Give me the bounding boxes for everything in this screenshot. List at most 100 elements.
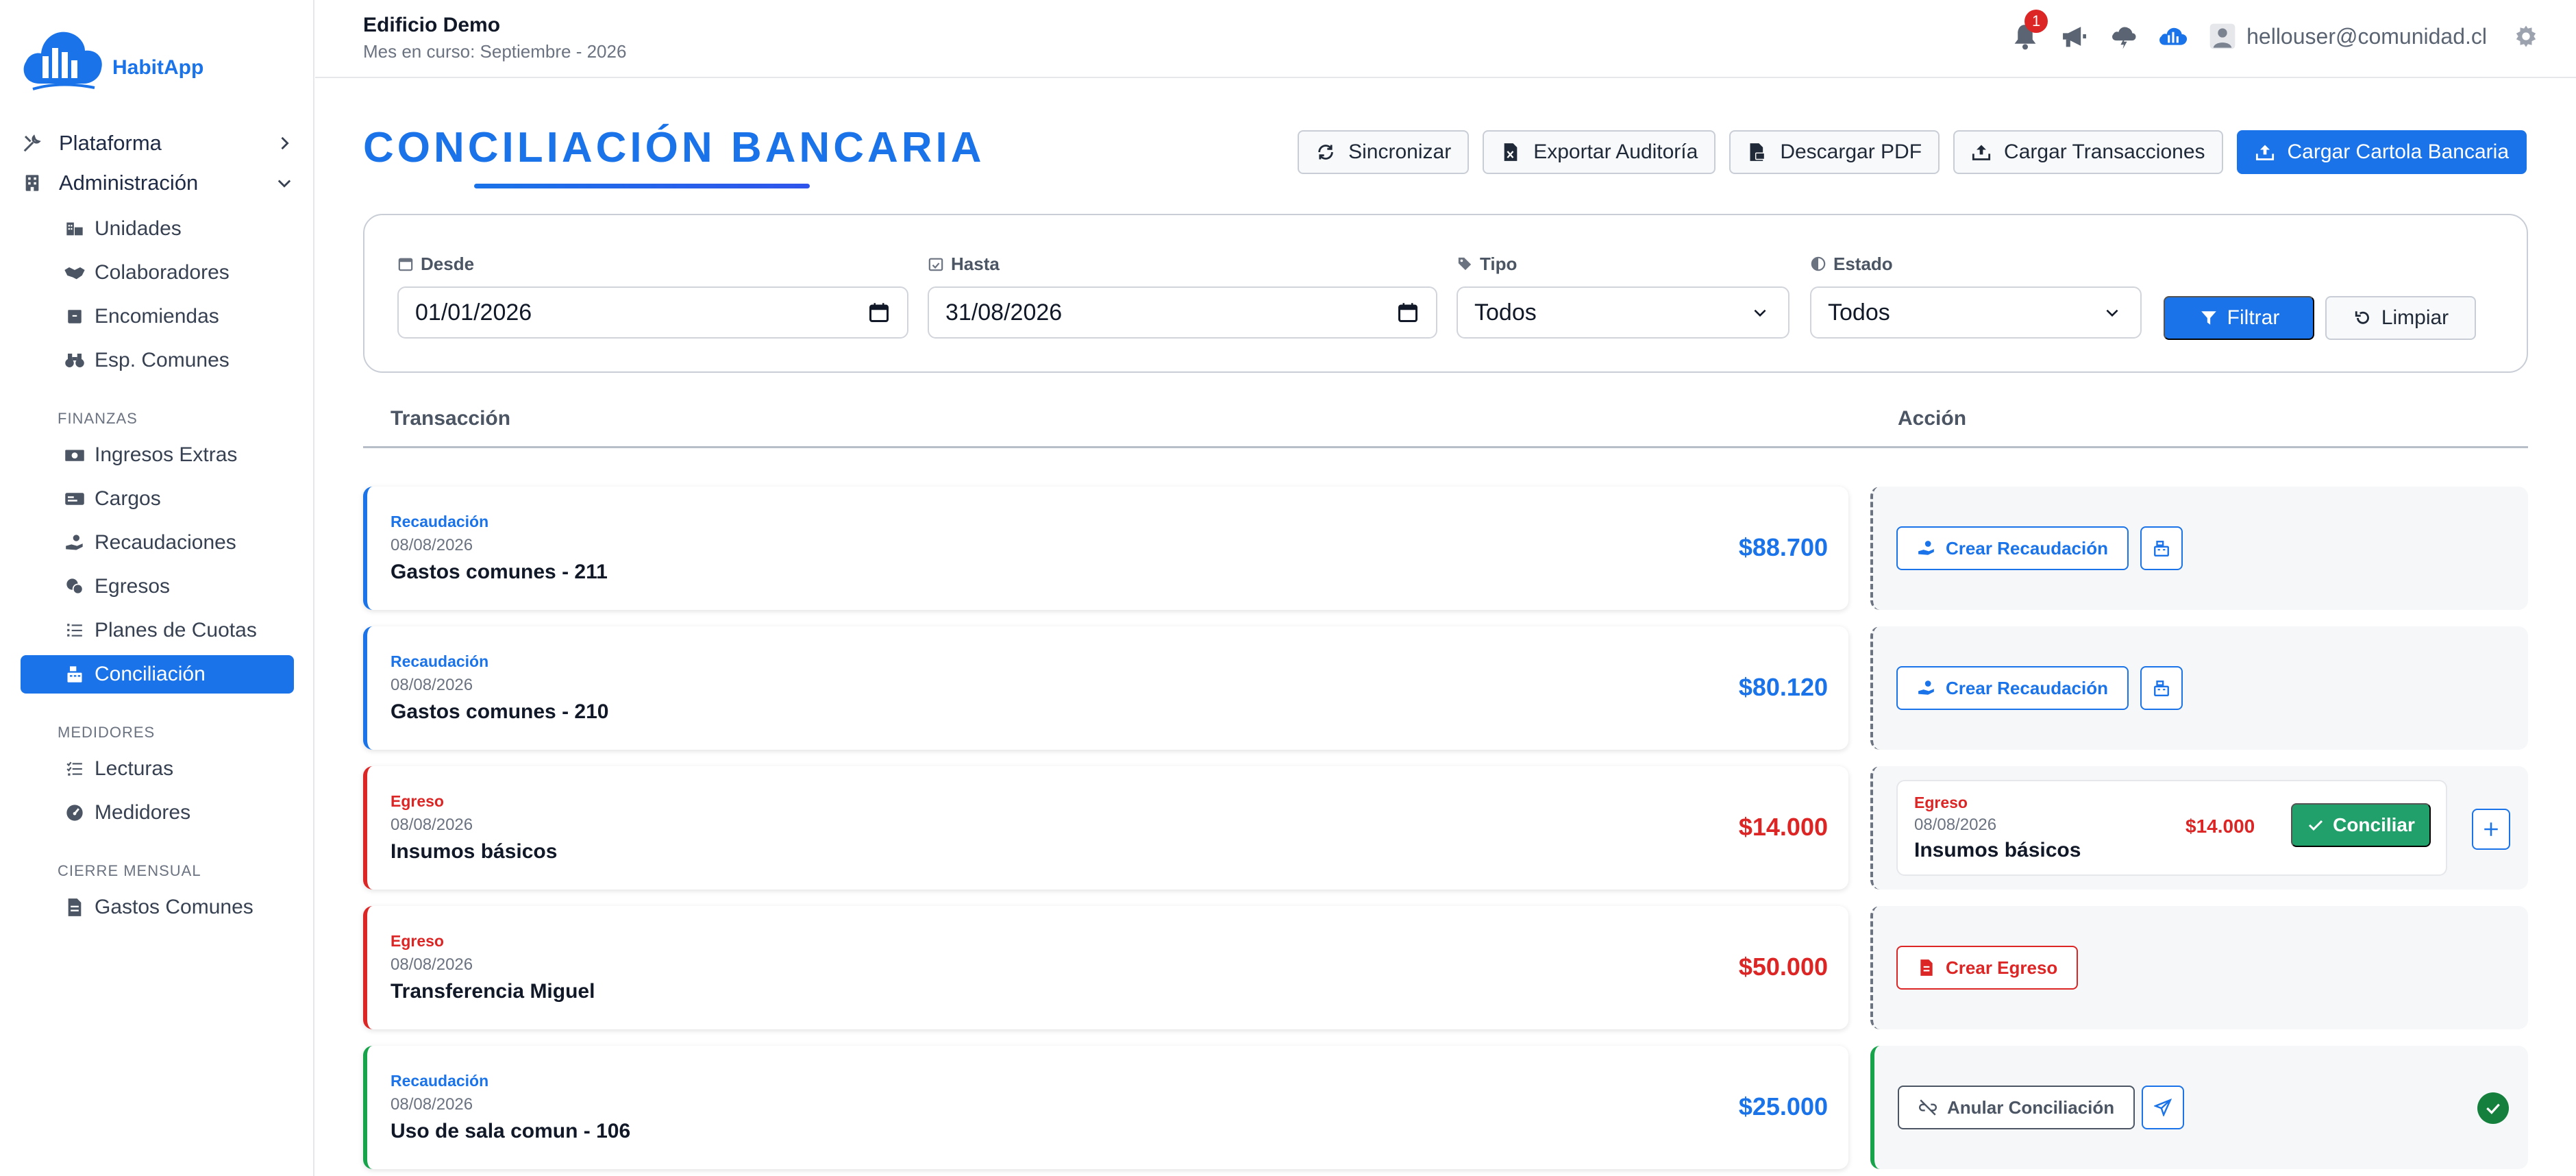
sidebar-item-ingresos-extras[interactable]: Ingresos Extras xyxy=(21,436,294,474)
cash-register-icon xyxy=(63,663,86,686)
coins-icon xyxy=(63,575,86,598)
top-icons: 1 hellouser@comunidad.cl xyxy=(1992,10,2542,52)
tag-icon xyxy=(1457,256,1473,272)
sidebar-item-plataforma[interactable]: Plataforma xyxy=(0,123,314,163)
sidebar-item-planes-de-cuotas[interactable]: Planes de Cuotas xyxy=(21,611,294,650)
half-circle-icon xyxy=(1810,256,1826,272)
add-match-button[interactable] xyxy=(2472,809,2510,850)
sidebar-item-encomiendas[interactable]: Encomiendas xyxy=(21,297,294,336)
transaction-amount: $25.000 xyxy=(1738,1092,1828,1120)
transaction-card[interactable]: Egreso 08/08/2026 Transferencia Miguel $… xyxy=(363,906,1848,1029)
table-row: Egreso 08/08/2026 Transferencia Miguel $… xyxy=(363,906,2528,1029)
section-label-finanzas: FINANZAS xyxy=(58,410,138,427)
table-row: Egreso 08/08/2026 Insumos básicos $14.00… xyxy=(363,766,2528,890)
transaction-card[interactable]: Recaudación 08/08/2026 Gastos comunes - … xyxy=(363,626,1848,750)
sidebar-item-conciliacion[interactable]: Conciliación xyxy=(21,655,294,694)
check-icon xyxy=(2307,816,2325,834)
transaction-amount: $14.000 xyxy=(1738,813,1828,841)
sidebar-item-label: Plataforma xyxy=(59,131,162,155)
reconcile-button[interactable]: Conciliar xyxy=(2291,803,2431,847)
date-from-input[interactable]: 01/01/2026 xyxy=(397,286,908,339)
clear-button[interactable]: Limpiar xyxy=(2325,296,2476,340)
calendar-picker-icon[interactable] xyxy=(1396,301,1420,324)
upload-icon xyxy=(1971,142,1992,162)
sidebar-item-label: Egresos xyxy=(95,575,171,598)
column-header-action: Acción xyxy=(1898,407,1967,430)
upload-transactions-button[interactable]: Cargar Transacciones xyxy=(1953,130,2223,174)
filters-card: Desde 01/01/2026 Hasta 31/08/2026 Tipo T… xyxy=(363,214,2528,373)
transaction-type: Recaudación xyxy=(391,652,489,670)
sidebar-item-label: Unidades xyxy=(95,217,182,240)
type-select[interactable]: Todos xyxy=(1457,286,1789,339)
create-collection-button[interactable]: Crear Recaudación xyxy=(1896,526,2129,570)
transaction-card[interactable]: Recaudación 08/08/2026 Gastos comunes - … xyxy=(363,487,1848,610)
create-expense-button[interactable]: Crear Egreso xyxy=(1896,946,2079,990)
sidebar-item-cargos[interactable]: Cargos xyxy=(21,480,294,518)
building-icon xyxy=(21,171,44,195)
filter-status: Estado Todos xyxy=(1810,252,2142,339)
user-avatar-icon[interactable] xyxy=(2207,21,2238,52)
money-icon xyxy=(63,443,86,467)
calendar-icon xyxy=(397,256,414,272)
transaction-date: 08/08/2026 xyxy=(391,955,473,974)
download-pdf-button[interactable]: Descargar PDF xyxy=(1729,130,1940,174)
user-email[interactable]: hellouser@comunidad.cl xyxy=(2246,24,2487,49)
building-name[interactable]: Edificio Demo xyxy=(363,14,500,37)
type-label: Tipo xyxy=(1457,252,1789,275)
transaction-description: Gastos comunes - 210 xyxy=(391,700,609,723)
upload-transactions-label: Cargar Transacciones xyxy=(2004,140,2205,163)
transaction-date: 08/08/2026 xyxy=(391,536,473,554)
sidebar-item-egresos[interactable]: Egresos xyxy=(21,567,294,606)
calendar-picker-icon[interactable] xyxy=(867,301,891,324)
sidebar-item-unidades[interactable]: Unidades xyxy=(21,210,294,248)
export-audit-button[interactable]: Exportar Auditoría xyxy=(1483,130,1716,174)
title-underline xyxy=(474,184,810,188)
gear-icon[interactable] xyxy=(2510,21,2542,52)
from-label-text: Desde xyxy=(421,253,475,274)
transaction-amount: $80.120 xyxy=(1738,673,1828,701)
sidebar-item-lecturas[interactable]: Lecturas xyxy=(21,750,294,788)
sidebar: HabitApp Plataforma Administración Unida… xyxy=(0,0,314,1176)
table-row: Recaudación 08/08/2026 Gastos comunes - … xyxy=(363,487,2528,610)
section-label-medidores: MEDIDORES xyxy=(58,724,156,741)
cloud-bolt-icon[interactable] xyxy=(2108,21,2140,52)
action-card: Egreso 08/08/2026 Insumos básicos $14.00… xyxy=(1870,766,2528,890)
send-button[interactable] xyxy=(2142,1086,2184,1129)
sync-button[interactable]: Sincronizar xyxy=(1298,130,1470,174)
page-actions: Sincronizar Exportar Auditoría Descargar… xyxy=(1284,130,2527,174)
cloud-chart-icon[interactable] xyxy=(2157,21,2189,52)
sidebar-item-label: Recaudaciones xyxy=(95,531,236,554)
link-cash-register-button[interactable] xyxy=(2140,526,2183,570)
sidebar-item-colaboradores[interactable]: Colaboradores xyxy=(21,254,294,292)
filter-button[interactable]: Filtrar xyxy=(2164,296,2314,340)
link-cash-register-button[interactable] xyxy=(2140,666,2183,710)
create-collection-button[interactable]: Crear Recaudación xyxy=(1896,666,2129,710)
clear-button-label: Limpiar xyxy=(2381,306,2449,329)
megaphone-icon[interactable] xyxy=(2059,21,2090,52)
status-select[interactable]: Todos xyxy=(1810,286,2142,339)
sidebar-item-recaudaciones[interactable]: Recaudaciones xyxy=(21,524,294,562)
checklist-icon xyxy=(63,757,86,781)
to-label-text: Hasta xyxy=(951,253,1000,274)
sidebar-item-esp-comunes[interactable]: Esp. Comunes xyxy=(21,341,294,380)
app-logo[interactable]: HabitApp xyxy=(19,21,203,96)
bell-icon[interactable]: 1 xyxy=(2009,10,2048,52)
sidebar-item-administracion[interactable]: Administración xyxy=(0,163,314,203)
date-to-input[interactable]: 31/08/2026 xyxy=(928,286,1437,339)
action-card: Crear Recaudación xyxy=(1870,626,2528,750)
export-audit-label: Exportar Auditoría xyxy=(1533,140,1698,163)
notification-badge: 1 xyxy=(2024,10,2048,33)
undo-icon xyxy=(2353,308,2373,328)
transaction-card[interactable]: Egreso 08/08/2026 Insumos básicos $14.00… xyxy=(363,766,1848,890)
sidebar-item-medidores[interactable]: Medidores xyxy=(21,794,294,832)
hand-coin-icon xyxy=(1917,678,1936,698)
cancel-reconciliation-button[interactable]: Anular Conciliación xyxy=(1898,1086,2135,1129)
upload-bank-statement-button[interactable]: Cargar Cartola Bancaria xyxy=(2236,130,2527,174)
sidebar-nav: Plataforma Administración Unidades Colab… xyxy=(0,123,314,932)
filter-button-label: Filtrar xyxy=(2227,306,2280,329)
hand-coin-icon xyxy=(1917,539,1936,558)
transaction-card[interactable]: Recaudación 08/08/2026 Uso de sala comun… xyxy=(363,1046,1848,1169)
sidebar-item-gastos-comunes[interactable]: Gastos Comunes xyxy=(21,888,294,927)
transaction-description: Uso de sala comun - 106 xyxy=(391,1120,631,1142)
sync-icon xyxy=(1315,142,1336,162)
